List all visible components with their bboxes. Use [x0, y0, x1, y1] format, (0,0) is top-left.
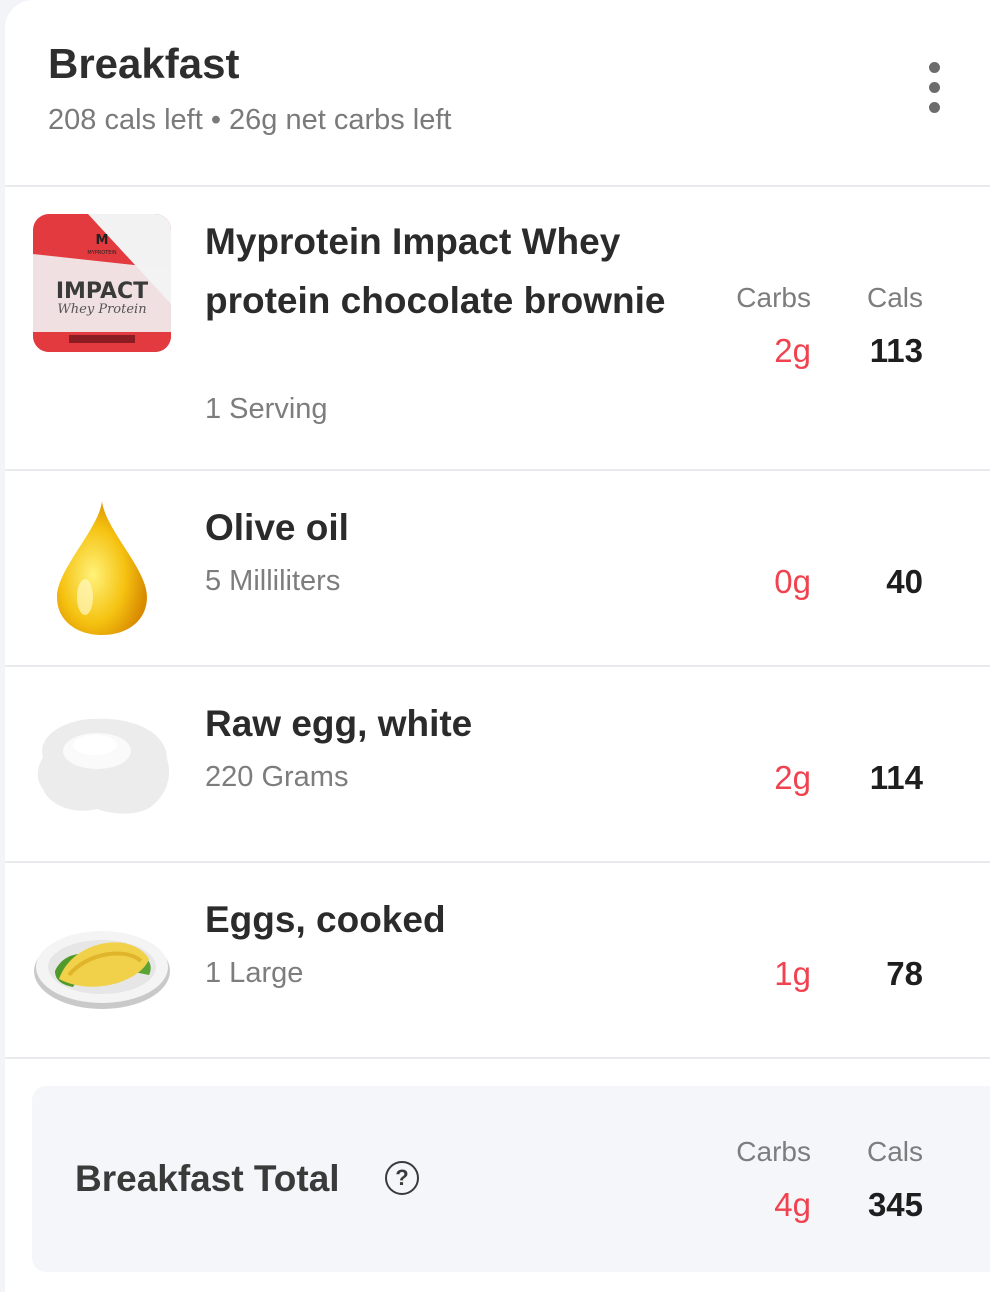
- package-brand: MYPROTEIN: [87, 250, 116, 256]
- food-quantity: 5 Milliliters: [205, 565, 341, 597]
- total-carbs-label: Carbs: [736, 1136, 811, 1167]
- food-carbs: 1g: [774, 955, 811, 992]
- omelette-plate-image: [33, 891, 171, 1029]
- meal-title: Breakfast: [48, 40, 240, 87]
- meal-total-label: Breakfast Total: [75, 1158, 340, 1199]
- food-cals: 40: [886, 563, 923, 600]
- total-cals: 345: [867, 1186, 923, 1223]
- food-name: Eggs, cooked: [205, 899, 446, 940]
- breakfast-card: Breakfast 208 cals left • 26g net carbs …: [5, 0, 990, 1292]
- food-cals: 113: [869, 332, 923, 369]
- package-product: IMPACT: [56, 279, 148, 304]
- egg-white-image: [33, 697, 171, 835]
- food-name: Olive oil: [205, 507, 349, 548]
- food-quantity: 220 Grams: [205, 761, 349, 793]
- oil-drop-image: [33, 499, 171, 637]
- svg-text:M: M: [96, 233, 109, 248]
- help-circle-icon[interactable]: ?: [385, 1161, 419, 1195]
- food-carbs: 2g: [774, 759, 811, 796]
- meal-total-panel: Breakfast Total ? Carbs Cals 4g 345: [32, 1086, 990, 1272]
- food-carbs: 0g: [774, 563, 811, 600]
- meal-remaining-summary: 208 cals left • 26g net carbs left: [48, 104, 452, 136]
- total-carbs: 4g: [774, 1186, 811, 1223]
- food-row[interactable]: Raw egg, white 220 Grams 2g 114: [5, 667, 990, 863]
- cals-column-label: Cals: [866, 282, 923, 313]
- food-cals: 78: [886, 955, 923, 992]
- food-row[interactable]: Eggs, cooked 1 Large 1g 78: [5, 863, 990, 1059]
- carbs-column-label: Carbs: [736, 282, 811, 313]
- meal-header: Breakfast 208 cals left • 26g net carbs …: [5, 0, 990, 187]
- food-name: Raw egg, white: [205, 703, 473, 744]
- protein-pouch-image: M MYPROTEIN IMPACT Whey Protein: [33, 214, 171, 352]
- more-vertical-icon[interactable]: [920, 62, 950, 118]
- food-quantity: 1 Large: [205, 957, 304, 989]
- food-row[interactable]: Olive oil 5 Milliliters 0g 40: [5, 471, 990, 667]
- food-name: Myprotein Impact Whey protein chocolate …: [205, 221, 666, 321]
- food-row[interactable]: M MYPROTEIN IMPACT Whey Protein Myprotei…: [5, 187, 990, 471]
- food-cals: 114: [869, 759, 923, 796]
- food-quantity: 1 Serving: [205, 393, 328, 425]
- food-carbs: 2g: [774, 332, 811, 369]
- total-cals-label: Cals: [866, 1136, 923, 1167]
- package-subtitle: Whey Protein: [57, 302, 146, 317]
